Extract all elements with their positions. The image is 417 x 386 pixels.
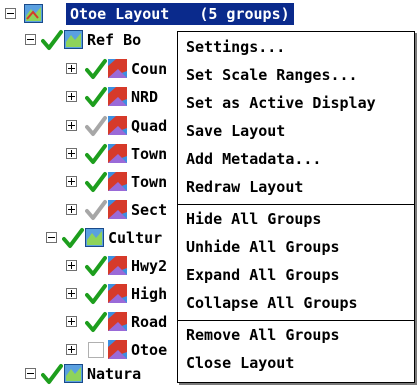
- checkmark-icon[interactable]: [85, 283, 107, 305]
- menu-item-set-active-display[interactable]: Set as Active Display: [186, 90, 376, 116]
- group-icon: [85, 228, 104, 247]
- menu-separator: [178, 320, 414, 321]
- checkmark-icon[interactable]: [85, 143, 107, 165]
- layer-label[interactable]: Coun: [131, 57, 167, 81]
- layer-label[interactable]: Quad: [131, 114, 167, 138]
- layer-icon: [108, 144, 127, 163]
- collapse-icon[interactable]: [5, 8, 16, 19]
- expand-icon[interactable]: [66, 91, 77, 102]
- group-label[interactable]: Natura: [87, 362, 141, 386]
- group-label[interactable]: Ref Bo: [87, 28, 141, 52]
- expand-icon[interactable]: [66, 260, 77, 271]
- menu-item-set-scale-ranges[interactable]: Set Scale Ranges...: [186, 62, 358, 88]
- layer-label[interactable]: Otoe: [131, 338, 167, 362]
- layer-icon: [108, 200, 127, 219]
- layer-icon: [108, 116, 127, 135]
- checkmark-icon[interactable]: [85, 115, 107, 137]
- group-icon: [64, 30, 83, 49]
- tree-root-row[interactable]: Otoe Layout (5 groups): [0, 2, 417, 26]
- layer-label[interactable]: High: [131, 282, 167, 306]
- expand-icon[interactable]: [66, 148, 77, 159]
- layer-icon: [108, 87, 127, 106]
- menu-item-save-layout[interactable]: Save Layout: [186, 118, 285, 144]
- layer-icon: [108, 59, 127, 78]
- checkmark-icon[interactable]: [41, 29, 63, 51]
- menu-separator: [178, 204, 414, 205]
- root-layout-name: Otoe Layout: [70, 5, 170, 23]
- expand-icon[interactable]: [66, 316, 77, 327]
- menu-item-redraw-layout[interactable]: Redraw Layout: [186, 174, 303, 200]
- layer-icon: [108, 256, 127, 275]
- collapse-icon[interactable]: [25, 34, 36, 45]
- layer-label[interactable]: Road: [131, 310, 167, 334]
- group-label[interactable]: Cultur: [108, 226, 162, 250]
- checkmark-icon[interactable]: [41, 363, 63, 385]
- checkmark-icon[interactable]: [85, 171, 107, 193]
- menu-item-close-layout[interactable]: Close Layout: [186, 350, 294, 376]
- menu-item-remove-all-groups[interactable]: Remove All Groups: [186, 322, 340, 348]
- menu-item-expand-all-groups[interactable]: Expand All Groups: [186, 262, 340, 288]
- expand-icon[interactable]: [66, 176, 77, 187]
- layer-label[interactable]: Hwy2: [131, 254, 167, 278]
- layer-icon: [108, 284, 127, 303]
- menu-item-unhide-all-groups[interactable]: Unhide All Groups: [186, 234, 340, 260]
- layer-icon: [108, 172, 127, 191]
- group-icon: [64, 364, 83, 383]
- layer-label[interactable]: Sect: [131, 198, 167, 222]
- layout-icon: [24, 4, 43, 23]
- layer-label[interactable]: Town: [131, 170, 167, 194]
- visibility-checkbox[interactable]: [88, 342, 104, 358]
- menu-item-hide-all-groups[interactable]: Hide All Groups: [186, 206, 321, 232]
- expand-icon[interactable]: [66, 344, 77, 355]
- checkmark-icon[interactable]: [85, 255, 107, 277]
- layer-icon: [108, 312, 127, 331]
- root-layout-label[interactable]: Otoe Layout (5 groups): [66, 3, 294, 25]
- layer-label[interactable]: Town: [131, 142, 167, 166]
- menu-item-collapse-all-groups[interactable]: Collapse All Groups: [186, 290, 358, 316]
- collapse-icon[interactable]: [46, 232, 57, 243]
- collapse-icon[interactable]: [25, 368, 36, 379]
- expand-icon[interactable]: [66, 288, 77, 299]
- expand-icon[interactable]: [66, 63, 77, 74]
- checkmark-icon[interactable]: [85, 86, 107, 108]
- layer-label[interactable]: NRD: [131, 85, 158, 109]
- root-group-count: (5 groups): [199, 5, 290, 23]
- checkmark-icon[interactable]: [85, 58, 107, 80]
- menu-item-settings[interactable]: Settings...: [186, 34, 285, 60]
- checkmark-icon[interactable]: [85, 199, 107, 221]
- checkmark-icon[interactable]: [85, 311, 107, 333]
- layer-icon: [108, 340, 127, 359]
- expand-icon[interactable]: [66, 120, 77, 131]
- menu-item-add-metadata[interactable]: Add Metadata...: [186, 146, 321, 172]
- checkmark-icon[interactable]: [62, 227, 84, 249]
- context-menu: Settings... Set Scale Ranges... Set as A…: [177, 31, 415, 383]
- expand-icon[interactable]: [66, 204, 77, 215]
